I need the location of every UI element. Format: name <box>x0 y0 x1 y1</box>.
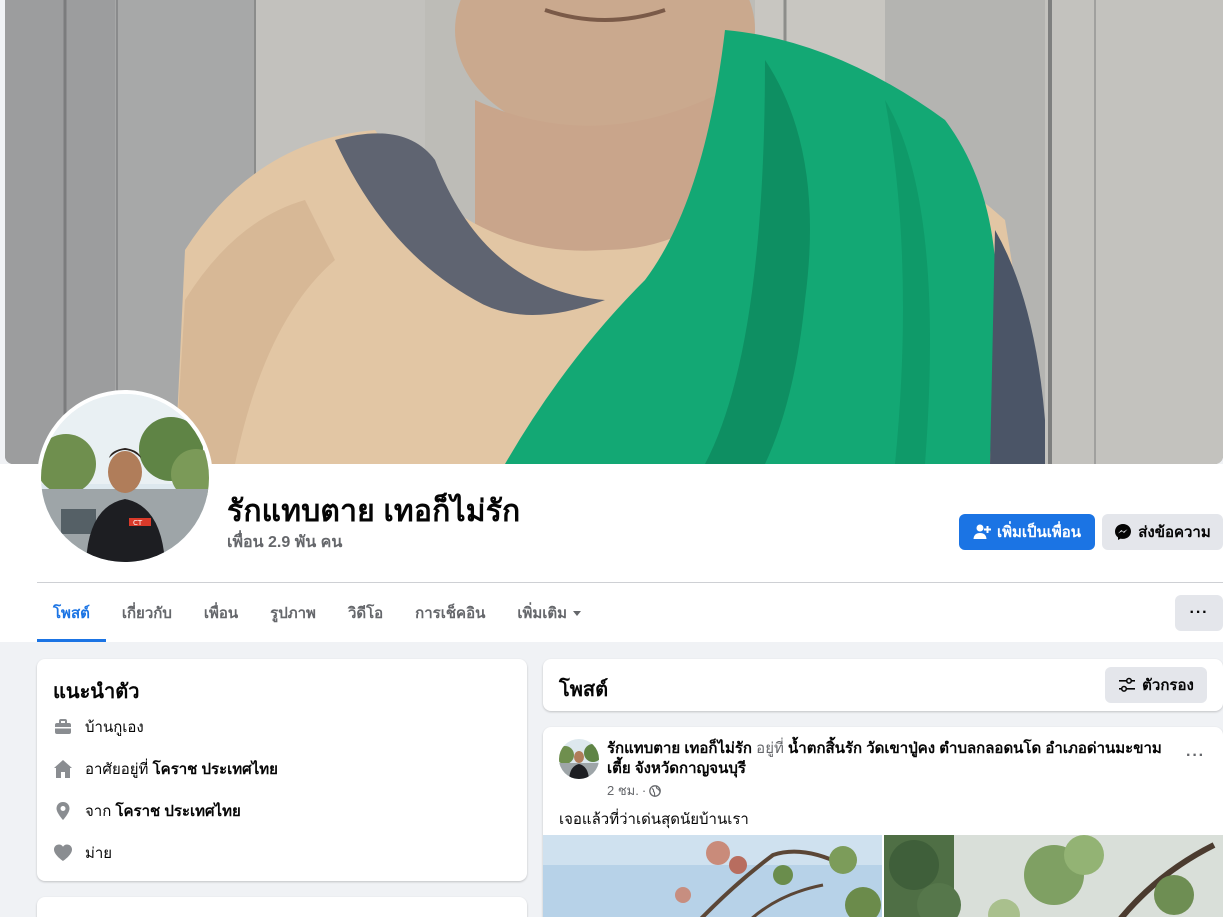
from-prefix: จาก <box>85 803 116 820</box>
tab-about[interactable]: เกี่ยวกับ <box>106 584 188 642</box>
filter-button[interactable]: ตัวกรอง <box>1105 667 1207 703</box>
cover-photo[interactable] <box>5 0 1223 464</box>
posts-title: โพสต์ <box>559 679 609 701</box>
intro-lives-row: อาศัยอยู่ที่ โคราช ประเทศไทย <box>53 757 278 781</box>
svg-text:CT: CT <box>133 519 143 527</box>
post-meta: 2 ชม. · <box>607 780 662 801</box>
intro-card: แนะนำตัว บ้านกูเอง อาศัยอยู่ที่ โคราช ปร… <box>37 659 527 881</box>
post-photo-image <box>884 835 1223 917</box>
add-friend-label: เพิ่มเป็นเพื่อน <box>996 524 1082 541</box>
profile-tabs: โพสต์ เกี่ยวกับ เพื่อน รูปภาพ วิดีโอ การ… <box>37 584 597 642</box>
intro-work-row: บ้านกูเอง <box>53 715 144 739</box>
add-friend-icon <box>973 524 991 539</box>
post-options-button[interactable]: ··· <box>1186 747 1205 765</box>
message-label: ส่งข้อความ <box>1138 524 1211 541</box>
lives-place-link[interactable]: โคราช ประเทศไทย <box>153 761 278 778</box>
tab-checkins[interactable]: การเช็คอิน <box>399 584 501 642</box>
profile-avatar[interactable]: CT <box>37 390 213 566</box>
post-photo[interactable] <box>543 835 882 917</box>
post-time[interactable]: 2 ชม. <box>607 780 639 801</box>
tab-label: รูปภาพ <box>270 605 316 622</box>
add-friend-button[interactable]: เพิ่มเป็นเพื่อน <box>959 514 1095 550</box>
post-card: รักแทบตาย เทอก็ไม่รัก อยู่ที่ น้ำตกสิ้นร… <box>543 727 1223 917</box>
tab-more[interactable]: เพิ่มเติม <box>501 584 597 642</box>
tab-friends[interactable]: เพื่อน <box>188 584 254 642</box>
tab-label: เพื่อน <box>203 605 239 622</box>
chevron-down-icon <box>573 610 582 616</box>
post-photo[interactable] <box>884 835 1223 917</box>
tab-label: วิดีโอ <box>347 605 384 622</box>
friend-count[interactable]: เพื่อน 2.9 พัน คน <box>227 530 342 555</box>
header-divider <box>37 582 1223 583</box>
intro-from-text: จาก โคราช ประเทศไทย <box>85 799 241 823</box>
post-text: เจอแล้วที่ว่าเด่นสุดนัยบ้านเรา <box>559 811 749 828</box>
filter-icon <box>1119 677 1136 692</box>
filter-label: ตัวกรอง <box>1142 677 1194 694</box>
location-pin-icon <box>53 801 73 821</box>
intro-relationship-row: ม่าย <box>53 841 112 865</box>
tab-posts[interactable]: โพสต์ <box>37 584 106 642</box>
heart-icon <box>53 843 73 863</box>
post-header-text: รักแทบตาย เทอก็ไม่รัก อยู่ที่ น้ำตกสิ้นร… <box>607 739 1167 779</box>
lives-prefix: อาศัยอยู่ที่ <box>85 761 153 778</box>
tab-label: โพสต์ <box>53 605 90 622</box>
avatar-image: CT <box>41 394 209 562</box>
tab-label: เกี่ยวกับ <box>121 605 172 622</box>
avatar: CT <box>41 394 209 562</box>
intro-title: แนะนำตัว <box>53 681 140 703</box>
post-author-avatar[interactable] <box>559 739 599 779</box>
more-options-button[interactable]: ··· <box>1175 595 1223 631</box>
intro-relationship-text: ม่าย <box>85 845 113 862</box>
post-author-link[interactable]: รักแทบตาย เทอก็ไม่รัก <box>607 740 752 757</box>
tab-label: เพิ่มเติม <box>517 605 568 622</box>
post-photo-image <box>543 835 882 917</box>
briefcase-icon <box>53 717 73 737</box>
messenger-icon <box>1115 524 1132 540</box>
post-at: อยู่ที่ <box>752 740 789 757</box>
avatar-image <box>559 739 599 779</box>
home-icon <box>53 759 73 779</box>
globe-icon <box>649 784 662 797</box>
profile-name: รักแทบตาย เทอก็ไม่รัก <box>227 495 521 528</box>
cover-photo-image <box>5 0 1223 464</box>
post-meta-separator: · <box>641 783 647 798</box>
from-place-link[interactable]: โคราช ประเทศไทย <box>115 803 240 820</box>
tab-photos[interactable]: รูปภาพ <box>254 584 332 642</box>
tab-label: การเช็คอิน <box>415 605 486 622</box>
message-button[interactable]: ส่งข้อความ <box>1102 514 1223 550</box>
tab-videos[interactable]: วิดีโอ <box>332 584 399 642</box>
posts-header-card: โพสต์ ตัวกรอง <box>543 659 1223 711</box>
intro-from-row: จาก โคราช ประเทศไทย <box>53 799 241 823</box>
intro-work-text[interactable]: บ้านกูเอง <box>85 715 144 739</box>
intro-lives-text: อาศัยอยู่ที่ โคราช ประเทศไทย <box>85 757 278 781</box>
photos-card <box>37 897 527 917</box>
